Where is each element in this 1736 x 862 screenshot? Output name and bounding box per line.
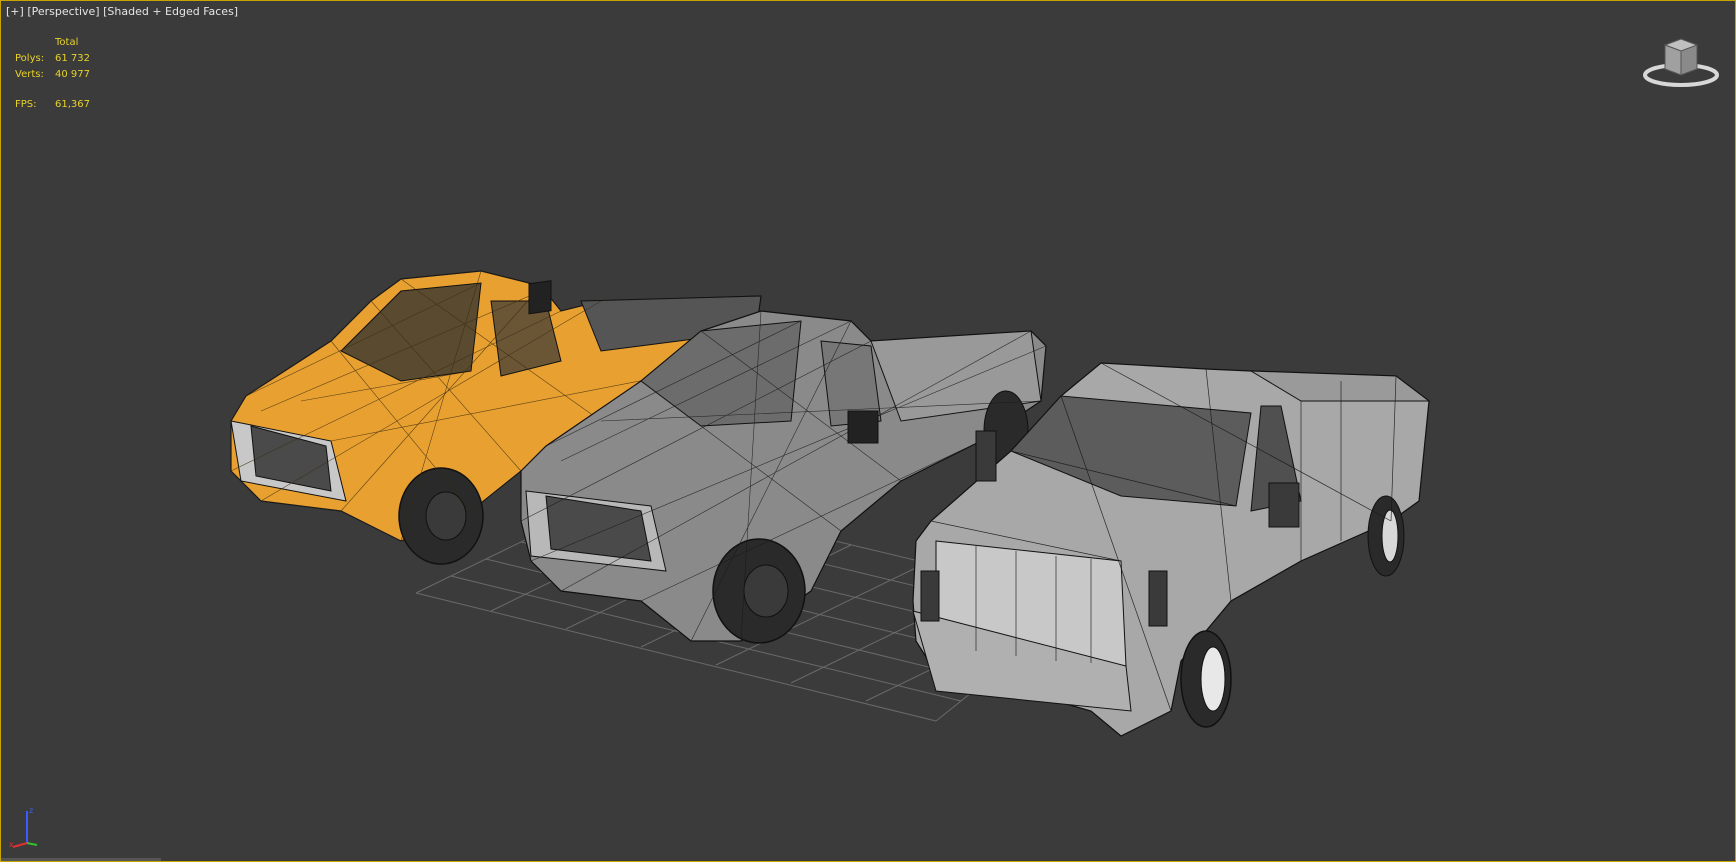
viewport-shading-menu[interactable]: [Shaded + Edged Faces] bbox=[103, 5, 238, 18]
verts-value: 40 977 bbox=[55, 69, 90, 80]
polys-value: 61 732 bbox=[55, 53, 90, 64]
scene-canvas[interactable] bbox=[1, 1, 1735, 861]
viewport-menu-plus[interactable]: [+] bbox=[6, 5, 24, 18]
svg-text:z: z bbox=[29, 806, 33, 815]
svg-text:x: x bbox=[9, 840, 14, 849]
perspective-viewport[interactable]: [+] [Perspective] [Shaded + Edged Faces]… bbox=[0, 0, 1736, 862]
viewport-bottom-strip bbox=[1, 858, 161, 861]
stats-header: Total bbox=[55, 37, 79, 48]
statistics-overlay: Total Polys: 61 732 Verts: 40 977 FPS: 61,3… bbox=[15, 35, 115, 113]
fps-label: FPS: bbox=[15, 99, 37, 110]
viewcube-icon[interactable] bbox=[1641, 31, 1721, 91]
fps-value: 61,367 bbox=[55, 99, 90, 110]
viewport-label[interactable]: [+] [Perspective] [Shaded + Edged Faces] bbox=[6, 5, 238, 18]
polys-label: Polys: bbox=[15, 53, 45, 64]
verts-label: Verts: bbox=[15, 69, 44, 80]
viewport-view-menu[interactable]: [Perspective] bbox=[27, 5, 99, 18]
axis-tripod-icon: z x bbox=[9, 806, 38, 849]
